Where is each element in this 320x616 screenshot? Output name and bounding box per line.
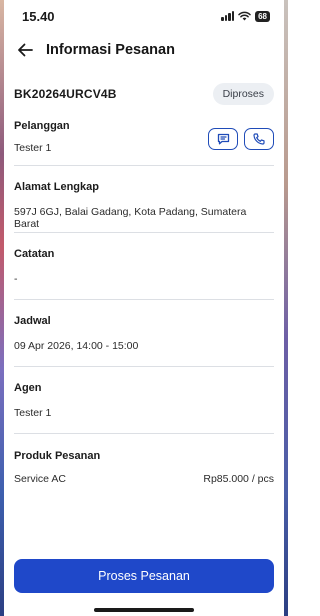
agent-label: Agen	[14, 382, 42, 394]
product-name: Service AC	[14, 473, 66, 485]
call-button[interactable]	[244, 128, 274, 150]
chat-button[interactable]	[208, 128, 238, 150]
notes-section: Catatan -	[14, 233, 274, 300]
status-time: 15.40	[22, 8, 55, 24]
order-id: BK20264URCV4B	[14, 87, 117, 101]
wifi-icon	[238, 11, 251, 21]
agent-name: Tester 1	[14, 407, 52, 419]
contact-buttons	[208, 128, 274, 150]
customer-section: Pelanggan Tester 1	[14, 120, 274, 166]
arrow-left-icon	[18, 43, 33, 57]
schedule-section: Jadwal 09 Apr 2026, 14:00 - 15:00	[14, 300, 274, 367]
status-bar: 15.40 68	[4, 0, 284, 32]
address-value: 597J 6GJ, Balai Gadang, Kota Padang, Sum…	[14, 206, 247, 230]
agent-section: Agen Tester 1	[14, 367, 274, 434]
home-indicator	[94, 608, 194, 612]
schedule-value: 09 Apr 2026, 14:00 - 15:00	[14, 340, 139, 352]
frame-edge-right	[284, 0, 288, 616]
products-section: Produk Pesanan Service AC Rp85.000 / pcs	[14, 434, 274, 494]
product-price: Rp85.000 / pcs	[203, 473, 274, 485]
app-screen: 15.40 68 Informasi Pesanan BK20264URCV4B…	[4, 0, 284, 616]
back-button[interactable]	[14, 39, 36, 61]
phone-icon	[253, 133, 265, 145]
process-order-button[interactable]: Proses Pesanan	[14, 559, 274, 593]
schedule-label: Jadwal	[14, 315, 51, 327]
battery-icon: 68	[255, 10, 270, 22]
app-header: Informasi Pesanan	[4, 32, 284, 68]
chat-icon	[217, 133, 229, 145]
address-label: Alamat Lengkap	[14, 181, 99, 193]
notes-value: -	[14, 273, 18, 285]
address-section: Alamat Lengkap 597J 6GJ, Balai Gadang, K…	[14, 166, 274, 233]
status-badge: Diproses	[212, 83, 274, 105]
signal-icon	[221, 11, 235, 21]
products-label: Produk Pesanan	[14, 450, 101, 462]
notes-label: Catatan	[14, 248, 55, 260]
customer-label: Pelanggan	[14, 120, 70, 132]
status-icons: 68	[221, 10, 270, 22]
page-title: Informasi Pesanan	[46, 42, 175, 58]
order-summary: BK20264URCV4B Diproses	[4, 82, 284, 106]
customer-name: Tester 1	[14, 142, 52, 154]
